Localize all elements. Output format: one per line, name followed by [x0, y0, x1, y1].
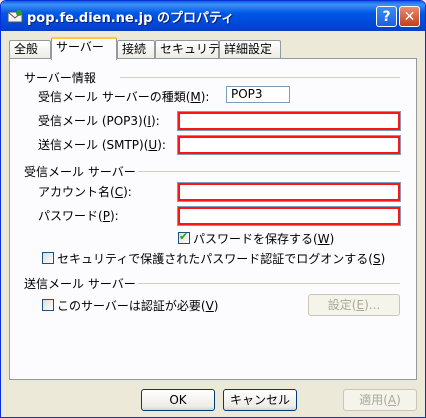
tab-connection[interactable]: 接続: [117, 40, 155, 58]
properties-dialog: pop.fe.dien.ne.jp のプロパティ ? ✕ 全般 サーバー 接続 …: [0, 0, 426, 418]
incoming-pop3-field[interactable]: [177, 111, 401, 131]
password-field[interactable]: [177, 206, 401, 226]
incoming-server-heading: 受信メール サーバー: [24, 165, 136, 179]
auth-required-label[interactable]: このサーバーは認証が必要(V): [57, 297, 218, 314]
incoming-pop3-label: 受信メール (POP3)(I):: [38, 114, 160, 128]
incoming-type-value: POP3: [226, 86, 290, 103]
close-icon: ✕: [403, 8, 416, 25]
cancel-button[interactable]: キャンセル: [223, 389, 297, 411]
settings-button[interactable]: 設定(E)...: [308, 294, 400, 316]
password-input[interactable]: [180, 209, 398, 223]
tab-security[interactable]: セキュリティ: [155, 40, 231, 58]
tab-general[interactable]: 全般: [9, 40, 51, 58]
account-name-field[interactable]: [177, 182, 401, 202]
spa-label[interactable]: セキュリティで保護されたパスワード認証でログオンする(S): [57, 250, 385, 267]
ok-button[interactable]: OK: [141, 389, 215, 411]
outgoing-smtp-input[interactable]: [180, 138, 398, 152]
spa-checkbox[interactable]: [42, 252, 54, 264]
help-icon: ?: [382, 8, 391, 25]
divider: [120, 77, 400, 78]
password-label: パスワード(P):: [38, 209, 119, 223]
mail-account-icon: [7, 10, 23, 23]
tab-servers[interactable]: サーバー: [51, 37, 117, 60]
divider: [138, 171, 400, 172]
tab-advanced[interactable]: 詳細設定: [219, 40, 281, 58]
divider: [138, 283, 400, 284]
window-title: pop.fe.dien.ne.jp のプロパティ: [27, 11, 235, 26]
server-info-heading: サーバー情報: [24, 71, 96, 85]
servers-panel: サーバー情報 受信メール サーバーの種類(M): POP3 受信メール (POP…: [9, 58, 417, 380]
outgoing-server-heading: 送信メール サーバー: [24, 277, 136, 291]
outgoing-smtp-field[interactable]: [177, 135, 401, 155]
auth-required-checkbox[interactable]: [42, 299, 54, 311]
account-name-label: アカウント名(C):: [38, 185, 132, 199]
apply-button[interactable]: 適用(A): [343, 389, 417, 411]
help-button[interactable]: ?: [376, 6, 397, 27]
remember-password-label[interactable]: パスワードを保存する(W): [193, 230, 334, 247]
outgoing-smtp-label: 送信メール (SMTP)(U):: [38, 138, 166, 152]
incoming-type-label: 受信メール サーバーの種類(M):: [38, 90, 210, 104]
close-button[interactable]: ✕: [399, 6, 420, 27]
remember-password-checkbox[interactable]: [178, 230, 190, 244]
incoming-pop3-input[interactable]: [180, 114, 398, 128]
title-bar[interactable]: pop.fe.dien.ne.jp のプロパティ ? ✕: [1, 1, 425, 31]
account-name-input[interactable]: [180, 185, 398, 199]
